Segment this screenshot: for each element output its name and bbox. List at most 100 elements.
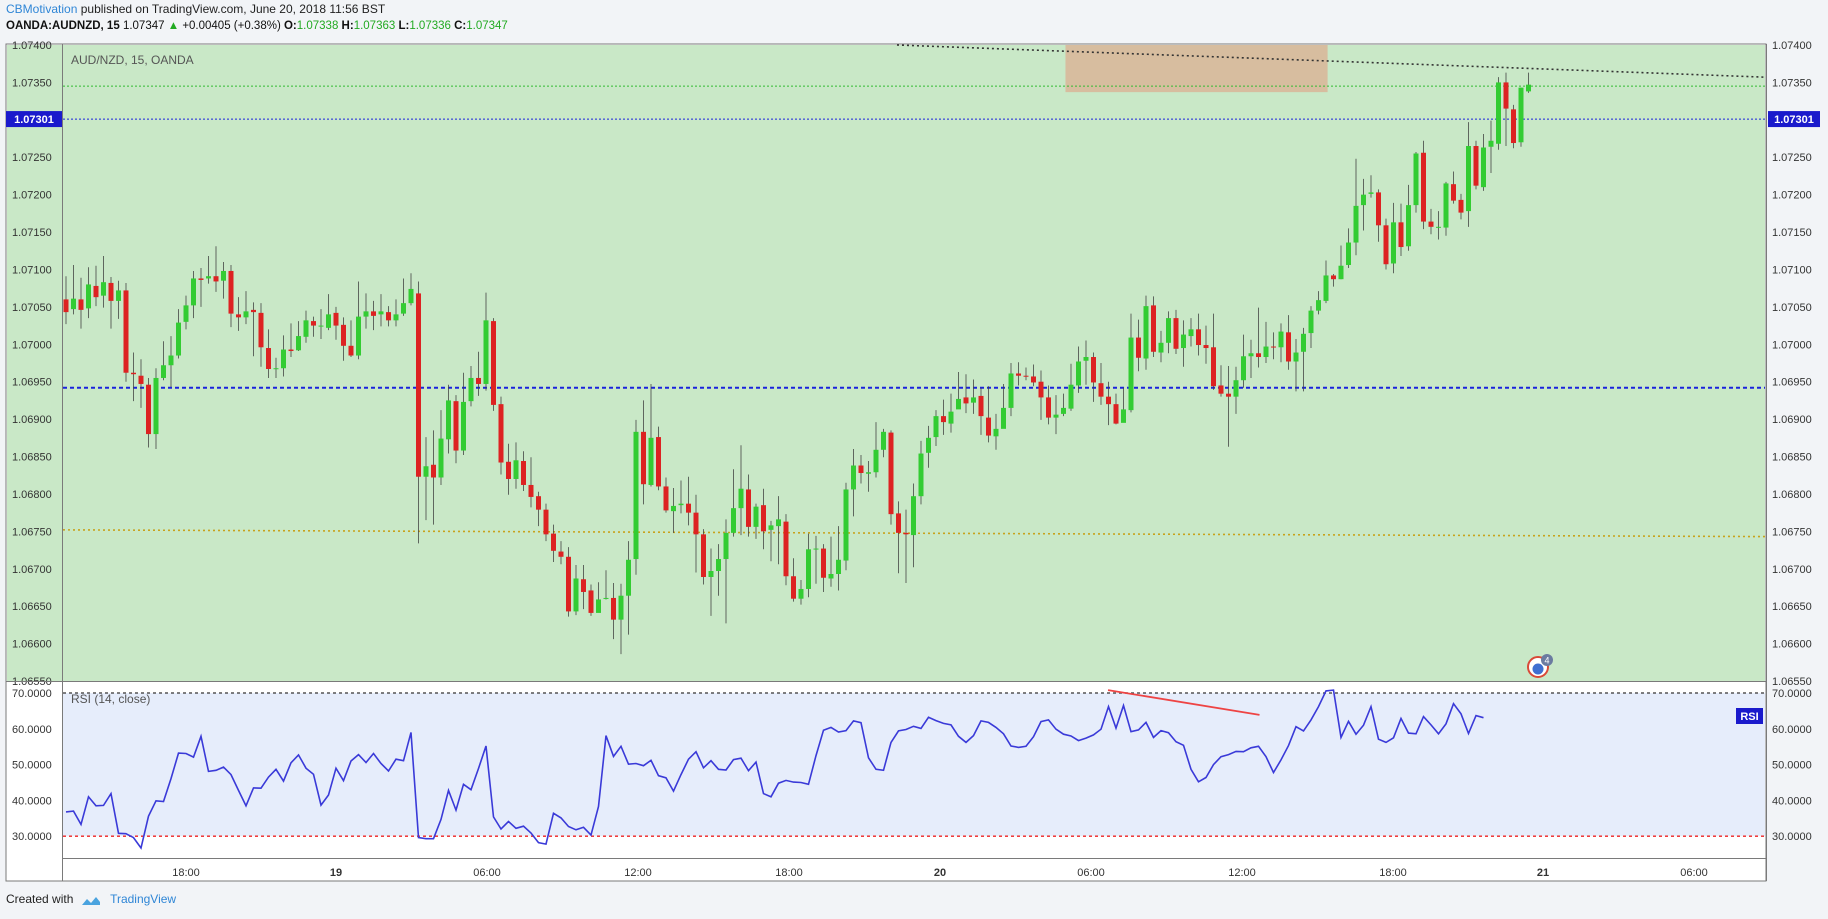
candle-body (416, 293, 421, 477)
candle-body (761, 505, 766, 532)
price-tick-right: 1.07000 (1772, 339, 1812, 351)
price-tick-left: 1.06900 (12, 414, 52, 426)
candle-body (701, 534, 706, 577)
candle-body (453, 401, 459, 451)
candle (566, 547, 571, 617)
rsi-tick-right: 60.0000 (1772, 724, 1812, 736)
candle-body (588, 590, 594, 613)
candle-body (1421, 152, 1426, 222)
candle-body (626, 559, 631, 596)
candle-body (461, 401, 466, 451)
candle-body (573, 578, 579, 612)
candle-body (1128, 337, 1134, 411)
candle (701, 529, 706, 585)
candle-body (678, 503, 684, 506)
candle-body (1241, 356, 1246, 381)
rsi-tick-right: 30.0000 (1772, 831, 1812, 843)
price-tick-right: 1.07250 (1772, 152, 1812, 164)
candle-body (738, 488, 744, 509)
candle-body (491, 321, 496, 405)
candle-body (783, 521, 789, 577)
candle-body (101, 282, 106, 296)
tradingview-logo-icon[interactable] (81, 895, 101, 905)
price-tick-right: 1.07400 (1772, 40, 1812, 52)
candle-body (731, 508, 736, 533)
candle-body (1496, 82, 1501, 144)
candle-body (686, 503, 691, 513)
price-pane-title: AUD/NZD, 15, OANDA (71, 53, 194, 67)
candle-body (303, 320, 309, 337)
candle-body (1083, 357, 1089, 361)
candle-body (386, 312, 391, 321)
candle-body (123, 290, 129, 373)
candle-body (1098, 383, 1104, 397)
candle-body (273, 368, 279, 370)
candle-body (596, 599, 601, 613)
price-tick-left: 1.07400 (12, 40, 52, 52)
candle-body (498, 404, 504, 463)
candle-body (881, 431, 886, 450)
event-marker-count: 4 (1544, 656, 1549, 666)
candle-body (813, 548, 819, 550)
candle-body (1001, 407, 1006, 429)
candle-body (1293, 352, 1299, 362)
candle-body (618, 595, 624, 620)
candle-body (348, 345, 354, 356)
candle (888, 430, 894, 525)
candle-body (1218, 385, 1224, 394)
candle-body (1076, 361, 1081, 386)
candle-body (873, 449, 879, 473)
price-tick-left: 1.07350 (12, 77, 52, 89)
price-tick-right: 1.06750 (1772, 526, 1812, 538)
candle-body (408, 288, 414, 304)
time-tick: 18:00 (172, 867, 200, 879)
candle-body (1526, 84, 1531, 92)
candle-body (401, 303, 406, 314)
time-tick: 18:00 (1379, 867, 1407, 879)
candle-body (153, 377, 159, 435)
candle-body (1398, 222, 1404, 248)
candle-body (896, 513, 901, 533)
time-tick: 18:00 (775, 867, 803, 879)
price-tick-right: 1.06700 (1772, 564, 1812, 576)
candle-body (1113, 404, 1119, 424)
price-tick-right: 1.06900 (1772, 414, 1812, 426)
candle-body (993, 428, 999, 437)
time-tick: 19 (330, 867, 342, 879)
candle (1383, 218, 1389, 270)
candle-body (438, 438, 444, 478)
candle-body (1466, 146, 1471, 212)
price-tick-left: 1.07200 (12, 190, 52, 202)
candle-body (551, 533, 556, 551)
candle-body (933, 416, 939, 438)
candle-body (1413, 153, 1419, 206)
rsi-tick-left: 50.0000 (12, 760, 52, 772)
candle (1421, 140, 1426, 230)
candle-body (746, 489, 751, 527)
chart-area[interactable]: 4 1.07400 1.07400 1.07350 1.07350 1.07250 1.0… (0, 0, 1828, 919)
candle-body (476, 377, 481, 384)
candle-body (1331, 275, 1336, 280)
candle-body (1443, 183, 1449, 228)
candle-body (506, 461, 511, 479)
price-tick-left: 1.07150 (12, 227, 52, 239)
candle-body (363, 311, 369, 317)
candle-body (191, 278, 196, 306)
price-tick-right: 1.06850 (1772, 452, 1812, 464)
candle-body (611, 597, 616, 620)
candle-body (318, 325, 324, 327)
price-badge-left-text: 1.07301 (14, 114, 54, 126)
candle (123, 282, 129, 382)
candle-body (1038, 381, 1044, 398)
candle-body (1158, 342, 1164, 353)
candle-body (183, 305, 189, 322)
candle-body (1068, 384, 1074, 409)
time-tick: 06:00 (1077, 867, 1105, 879)
candle-body (1008, 373, 1014, 408)
price-tick-left: 1.07100 (12, 264, 52, 276)
candle-body (1106, 396, 1111, 405)
candle (633, 419, 639, 575)
candle-body (633, 431, 639, 560)
tradingview-link[interactable]: TradingView (110, 892, 176, 906)
price-tick-right: 1.06550 (1772, 676, 1812, 688)
